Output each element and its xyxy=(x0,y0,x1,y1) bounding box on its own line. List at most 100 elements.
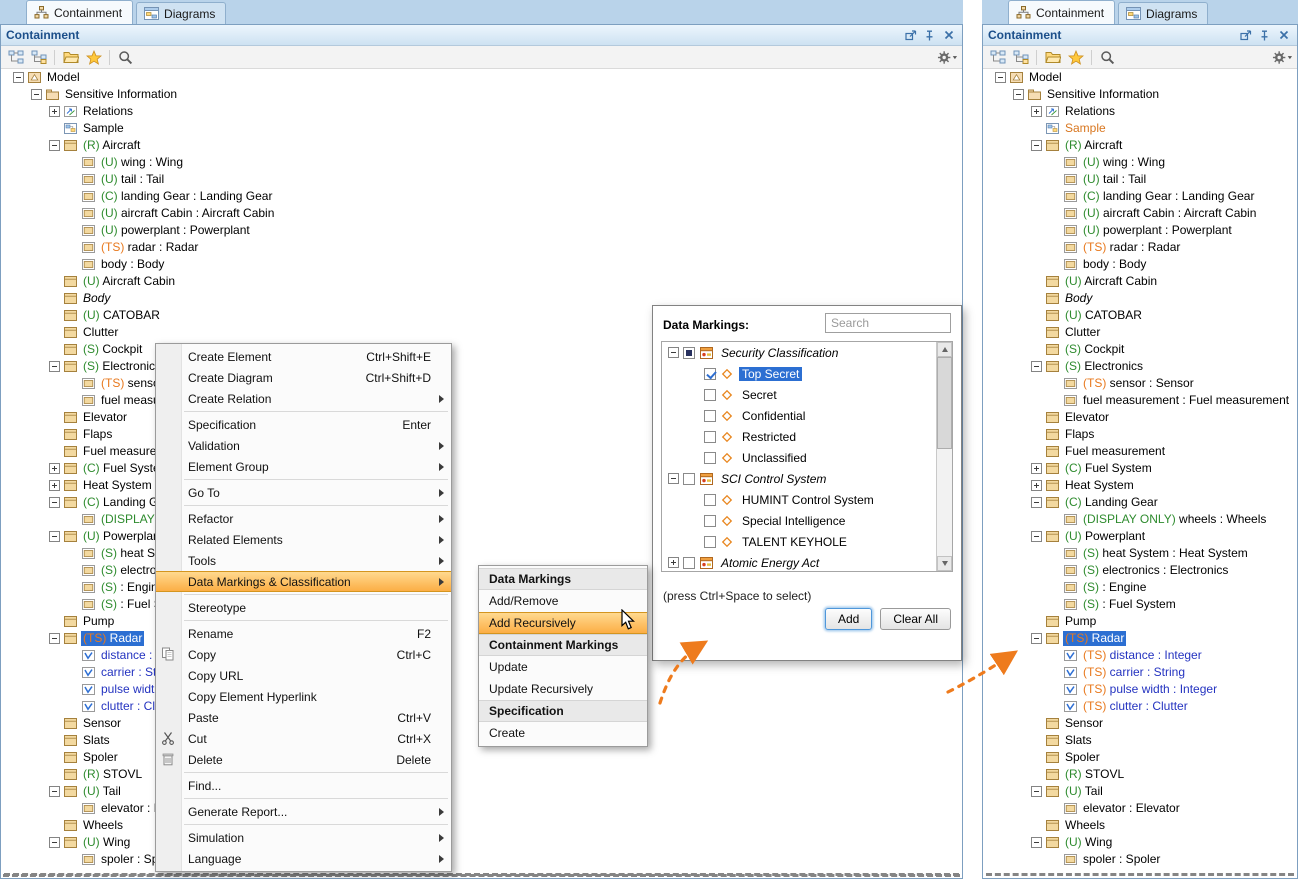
tree-row[interactable]: Relations xyxy=(983,103,1297,120)
collapse-toggle[interactable] xyxy=(49,531,60,542)
favorites-icon[interactable] xyxy=(83,48,104,67)
expand-toggle[interactable] xyxy=(49,480,60,491)
collapse-toggle[interactable] xyxy=(49,361,60,372)
tree-row[interactable]: Heat System xyxy=(983,477,1297,494)
tree-row[interactable]: Wheels xyxy=(1,817,962,834)
collapse-toggle[interactable] xyxy=(49,837,60,848)
menu-item-create-relation[interactable]: Create Relation xyxy=(156,388,451,409)
collapse-toggle[interactable] xyxy=(1031,786,1042,797)
tree-row[interactable]: (C) Landing Gear xyxy=(983,494,1297,511)
tree-row[interactable]: (U) wing : Wing xyxy=(983,154,1297,171)
float-icon[interactable] xyxy=(1237,28,1254,43)
add-button[interactable]: Add xyxy=(825,608,872,630)
menu-item-find[interactable]: Find... xyxy=(156,775,451,796)
marking-checkbox[interactable] xyxy=(683,473,695,485)
scrollbar[interactable] xyxy=(936,342,952,571)
tree-row[interactable]: spoler : Spoler xyxy=(983,851,1297,868)
tree-row[interactable]: Clutter xyxy=(983,324,1297,341)
search-icon[interactable] xyxy=(115,48,136,67)
marking-row[interactable]: Confidential xyxy=(662,405,952,426)
tree-row[interactable]: (U) Tail xyxy=(983,783,1297,800)
submenu-item-update[interactable]: Update xyxy=(479,656,647,678)
tree-row[interactable]: (C) Fuel System xyxy=(983,460,1297,477)
expand-branch-icon[interactable] xyxy=(28,48,49,67)
menu-item-tools[interactable]: Tools xyxy=(156,550,451,571)
tree-row[interactable]: fuel measurement : Fuel measurement xyxy=(983,392,1297,409)
tree-row[interactable]: Flaps xyxy=(983,426,1297,443)
menu-item-copy[interactable]: CopyCtrl+C xyxy=(156,644,451,665)
tree-row[interactable]: (C) landing Gear : Landing Gear xyxy=(1,188,962,205)
collapse-toggle[interactable] xyxy=(1031,633,1042,644)
scrollbar-thumb[interactable] xyxy=(937,357,952,449)
tree-row[interactable]: body : Body xyxy=(983,256,1297,273)
collapse-toggle[interactable] xyxy=(1031,361,1042,372)
submenu-item-update-recursively[interactable]: Update Recursively xyxy=(479,678,647,700)
tree-row[interactable]: (U) tail : Tail xyxy=(983,171,1297,188)
tree-row[interactable]: (C) landing Gear : Landing Gear xyxy=(983,188,1297,205)
tree-row[interactable]: (U) Wing xyxy=(983,834,1297,851)
tree-row[interactable]: body : Body xyxy=(1,256,962,273)
tree-row[interactable]: (S) Cockpit xyxy=(983,341,1297,358)
tree-row[interactable]: Fuel measurement xyxy=(983,443,1297,460)
tree-row[interactable]: (U) Powerplant xyxy=(983,528,1297,545)
tree-row[interactable]: Spoler xyxy=(983,749,1297,766)
expand-toggle[interactable] xyxy=(49,463,60,474)
menu-item-simulation[interactable]: Simulation xyxy=(156,827,451,848)
menu-item-data-markings-classification[interactable]: Data Markings & Classification xyxy=(156,571,451,592)
marking-checkbox[interactable] xyxy=(704,431,716,443)
tree-row[interactable]: Wheels xyxy=(983,817,1297,834)
marking-row[interactable]: Special Intelligence xyxy=(662,510,952,531)
menu-item-cut[interactable]: CutCtrl+X xyxy=(156,728,451,749)
tree-row[interactable]: (S) : Engine xyxy=(983,579,1297,596)
tree-row[interactable]: (U) aircraft Cabin : Aircraft Cabin xyxy=(1,205,962,222)
marking-row[interactable]: SCI Control System xyxy=(662,468,952,489)
tree-row[interactable]: elevator : Elevator xyxy=(983,800,1297,817)
tree-row[interactable]: (S) electronics : Electronics xyxy=(983,562,1297,579)
collapse-toggle[interactable] xyxy=(1031,837,1042,848)
collapse-toggle[interactable] xyxy=(668,473,679,484)
collapse-toggle[interactable] xyxy=(668,347,679,358)
menu-item-specification[interactable]: SpecificationEnter xyxy=(156,414,451,435)
tab-diagrams[interactable]: Diagrams xyxy=(1118,2,1208,24)
tree-row[interactable]: (R) Aircraft xyxy=(983,137,1297,154)
search-input[interactable] xyxy=(825,313,951,333)
collapse-toggle[interactable] xyxy=(1031,531,1042,542)
menu-item-copy-element-hyperlink[interactable]: Copy Element Hyperlink xyxy=(156,686,451,707)
marking-checkbox[interactable] xyxy=(704,536,716,548)
close-icon[interactable] xyxy=(1275,28,1292,43)
search-icon[interactable] xyxy=(1097,48,1118,67)
expand-toggle[interactable] xyxy=(1031,480,1042,491)
tree-row[interactable]: (U) Aircraft Cabin xyxy=(1,273,962,290)
collapse-all-icon[interactable] xyxy=(5,48,26,67)
collapse-toggle[interactable] xyxy=(995,72,1006,83)
marking-row[interactable]: TALENT KEYHOLE xyxy=(662,531,952,552)
tree-row[interactable]: Model xyxy=(983,69,1297,86)
menu-item-stereotype[interactable]: Stereotype xyxy=(156,597,451,618)
menu-item-related-elements[interactable]: Related Elements xyxy=(156,529,451,550)
expand-toggle[interactable] xyxy=(49,106,60,117)
collapse-toggle[interactable] xyxy=(49,497,60,508)
tree-row[interactable]: elevator : Elevator xyxy=(1,800,962,817)
tree-row[interactable]: (U) wing : Wing xyxy=(1,154,962,171)
marking-checkbox[interactable] xyxy=(704,368,716,380)
collapse-toggle[interactable] xyxy=(49,786,60,797)
tree-row[interactable]: Sensitive Information xyxy=(1,86,962,103)
expand-branch-icon[interactable] xyxy=(1010,48,1031,67)
expand-toggle[interactable] xyxy=(1031,106,1042,117)
marking-row[interactable]: Top Secret xyxy=(662,363,952,384)
marking-row[interactable]: Unclassified xyxy=(662,447,952,468)
tree-row[interactable]: (TS) pulse width : Integer xyxy=(983,681,1297,698)
collapse-toggle[interactable] xyxy=(49,633,60,644)
settings-icon[interactable] xyxy=(1272,48,1293,67)
tree-row[interactable]: Sensitive Information xyxy=(983,86,1297,103)
open-folder-icon[interactable] xyxy=(1042,48,1063,67)
tree-row[interactable]: (R) STOVL xyxy=(1,766,962,783)
marking-checkbox[interactable] xyxy=(704,410,716,422)
submenu-item-add-remove[interactable]: Add/Remove xyxy=(479,590,647,612)
tree-row[interactable]: (DISPLAY ONLY) wheels : Wheels xyxy=(983,511,1297,528)
tree-row[interactable]: (R) Aircraft xyxy=(1,137,962,154)
tree-row[interactable]: Relations xyxy=(1,103,962,120)
menu-item-validation[interactable]: Validation xyxy=(156,435,451,456)
tree-row[interactable]: (U) Tail xyxy=(1,783,962,800)
pin-icon[interactable] xyxy=(1256,28,1273,43)
